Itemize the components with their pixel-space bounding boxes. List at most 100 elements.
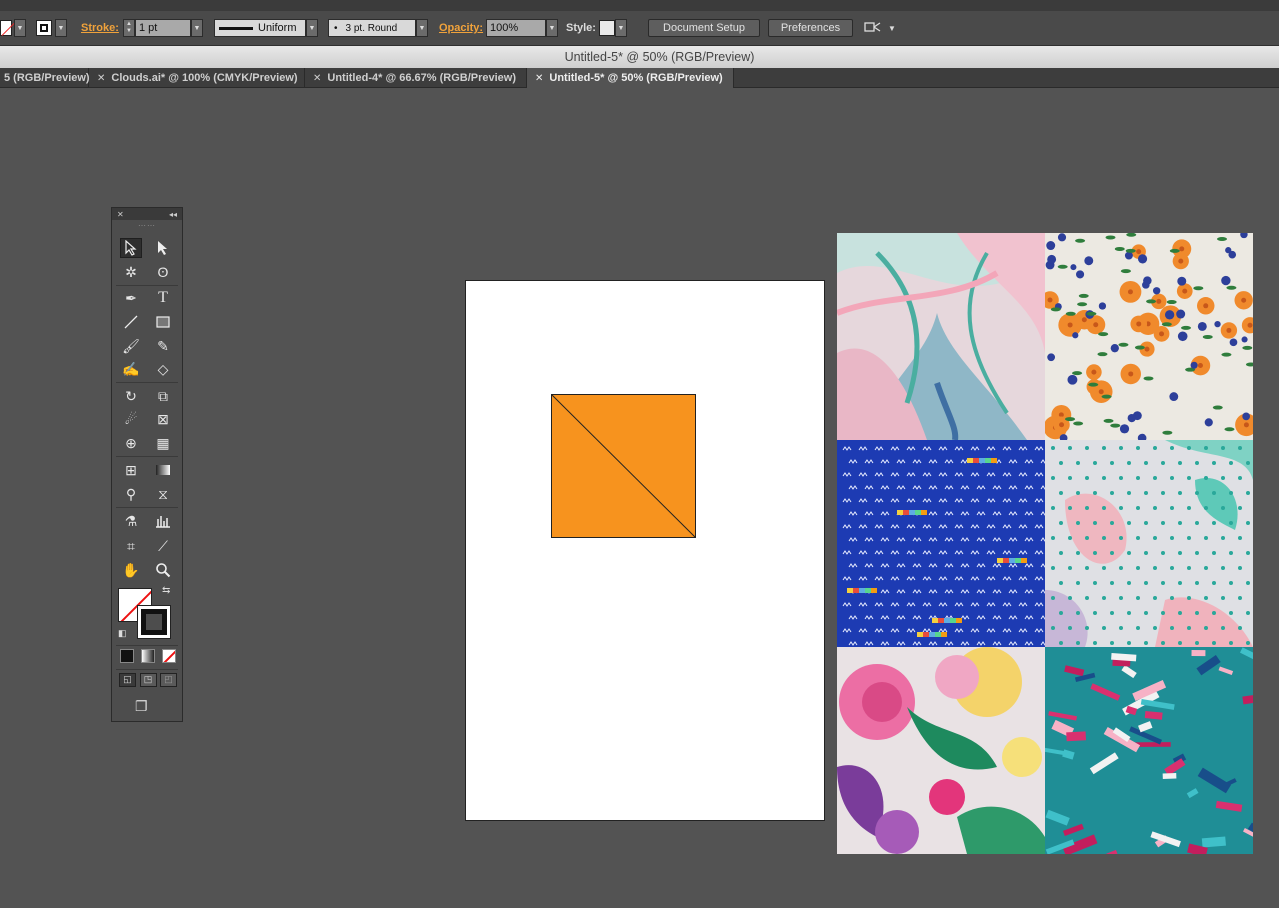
stroke-weight-field[interactable]: 1 pt — [135, 19, 191, 37]
blob-brush-tool[interactable]: ✍ — [120, 359, 142, 379]
opacity-dropdown-arrow[interactable]: ▼ — [546, 19, 558, 37]
orange-square-shape[interactable] — [551, 394, 696, 538]
stroke-color-icon — [36, 20, 52, 36]
stroke-weight-spinner[interactable]: ▲ ▼ — [123, 19, 135, 37]
column-graph-tool[interactable] — [152, 511, 174, 531]
scale-tool[interactable]: ⧉ — [152, 386, 174, 406]
shape-builder-icon: ⊕ — [125, 435, 137, 451]
swap-fill-stroke-icon[interactable]: ⇆ — [162, 585, 170, 596]
mesh-tool[interactable]: ⊞ — [120, 460, 142, 480]
stroke-profile-dropdown-arrow[interactable]: ▼ — [306, 19, 318, 37]
eyedropper-icon: ⚲ — [125, 486, 137, 502]
panel-collapse-icon[interactable]: ◂◂ — [169, 210, 177, 219]
graphic-style-dropdown-arrow[interactable]: ▼ — [615, 19, 627, 37]
draw-normal-icon[interactable]: ◱ — [119, 673, 136, 687]
direct-selection-tool[interactable] — [152, 238, 174, 258]
control-bar: ▼ ▼ Stroke: ▲ ▼ 1 pt ▼ Uniform ▼ • 3 pt. … — [0, 0, 1279, 46]
fabric-image-teal-dots[interactable] — [1045, 440, 1253, 647]
hand-tool[interactable]: ✋ — [120, 560, 142, 580]
stroke-weight-dropdown-arrow[interactable]: ▼ — [191, 19, 203, 37]
fabric-image-teal-figures[interactable] — [1045, 647, 1253, 854]
fabric-image-blue-stitch[interactable] — [837, 440, 1045, 647]
tab-label: 5 (RGB/Preview) — [4, 72, 90, 84]
direct-selection-arrow-icon — [158, 241, 167, 255]
fill-dropdown-arrow[interactable]: ▼ — [14, 19, 26, 37]
rectangle-tool[interactable] — [152, 312, 174, 332]
warp-tool[interactable]: ☄ — [120, 409, 142, 429]
pencil-tool[interactable]: ✎ — [152, 336, 174, 356]
draw-inside-icon[interactable]: ◰ — [160, 673, 177, 687]
screen-mode-icon[interactable]: ❐ — [135, 698, 148, 715]
tab-close-icon[interactable]: ✕ — [97, 73, 105, 84]
pen-tool[interactable]: ✒ — [120, 288, 142, 308]
tools-panel-header[interactable]: ✕ ◂◂ — [112, 208, 182, 220]
selection-tool[interactable] — [120, 238, 142, 258]
graphic-style-swatch[interactable] — [599, 20, 615, 36]
document-tab[interactable]: ✕ Clouds.ai* @ 100% (CMYK/Preview) — [89, 68, 305, 88]
color-mode-button[interactable] — [120, 649, 134, 663]
brush-definition-label: 3 pt. Round — [345, 22, 398, 34]
lasso-tool[interactable]: ʘ — [152, 262, 174, 282]
document-tab-bar: 5 (RGB/Preview) ✕ Clouds.ai* @ 100% (CMY… — [0, 68, 1279, 88]
panel-grip[interactable]: ⋯⋯ — [112, 220, 182, 230]
eraser-tool[interactable]: ◇ — [152, 359, 174, 379]
selection-arrow-icon — [125, 240, 137, 256]
arrange-documents-icon — [864, 22, 881, 32]
stroke-swatch[interactable] — [36, 19, 52, 37]
artboard-tool[interactable]: ⌗ — [120, 536, 142, 556]
brush-definition-dropdown-arrow[interactable]: ▼ — [416, 19, 428, 37]
perspective-grid-tool[interactable]: ▦ — [152, 433, 174, 453]
eyedropper-tool[interactable]: ⚲ — [120, 484, 142, 504]
zoom-tool[interactable] — [152, 560, 174, 580]
window-title: Untitled-5* @ 50% (RGB/Preview) — [564, 50, 755, 64]
slice-knife-icon: ⟋ — [158, 538, 168, 554]
opacity-field[interactable]: 100% — [486, 19, 546, 37]
fill-swatch[interactable] — [0, 19, 12, 37]
stroke-color-dropdown-arrow[interactable]: ▼ — [55, 19, 67, 37]
scale-icon: ⧉ — [158, 388, 168, 404]
line-segment-icon — [124, 315, 138, 329]
artboard[interactable] — [465, 280, 825, 821]
stroke-profile-line-icon — [219, 26, 253, 30]
zoom-magnifier-icon — [156, 563, 171, 578]
fill-none-icon — [0, 20, 12, 36]
fabric-image-orange-floral[interactable] — [1045, 233, 1253, 440]
fabric-image-pastel-leaves[interactable] — [837, 233, 1045, 440]
slice-tool[interactable]: ⟋ — [152, 536, 174, 556]
panel-close-icon[interactable]: ✕ — [117, 210, 124, 219]
draw-behind-icon[interactable]: ◳ — [139, 673, 157, 687]
arrange-documents-button[interactable]: ▼ — [864, 19, 896, 37]
none-mode-button[interactable] — [162, 649, 176, 663]
free-transform-tool[interactable]: ⊠ — [152, 409, 174, 429]
gradient-mode-button[interactable] — [141, 649, 155, 663]
rotate-tool[interactable]: ↻ — [120, 386, 142, 406]
magic-wand-tool[interactable]: ✲ — [120, 262, 142, 282]
blend-icon: ⧖ — [158, 486, 168, 502]
pencil-icon: ✎ — [157, 338, 169, 354]
blend-tool[interactable]: ⧖ — [152, 484, 174, 504]
document-tab[interactable]: ✕ Untitled-4* @ 66.67% (RGB/Preview) — [305, 68, 527, 88]
document-setup-button[interactable]: Document Setup — [648, 19, 760, 37]
gradient-tool[interactable] — [152, 460, 174, 480]
type-tool[interactable]: T — [152, 288, 174, 308]
shape-builder-tool[interactable]: ⊕ — [120, 433, 142, 453]
line-segment-tool[interactable] — [120, 312, 142, 332]
tab-close-icon[interactable]: ✕ — [313, 73, 321, 84]
preferences-button[interactable]: Preferences — [768, 19, 853, 37]
tab-close-icon[interactable]: ✕ — [535, 73, 543, 84]
brush-definition-field[interactable]: • 3 pt. Round — [328, 19, 416, 37]
fabric-image-rose-floral[interactable] — [837, 647, 1045, 854]
placed-fabric-images[interactable] — [837, 233, 1253, 854]
stroke-color-black[interactable] — [137, 605, 171, 639]
drawing-modes: ◱ ◳ ◰ — [119, 673, 177, 689]
opacity-label[interactable]: Opacity: — [439, 22, 483, 34]
document-tab[interactable]: 5 (RGB/Preview) — [0, 68, 90, 88]
stroke-label[interactable]: Stroke: — [81, 22, 119, 34]
document-tab-active[interactable]: ✕ Untitled-5* @ 50% (RGB/Preview) — [527, 68, 734, 88]
lasso-icon: ʘ — [157, 264, 169, 280]
stroke-profile-field[interactable]: Uniform — [214, 19, 306, 37]
symbol-sprayer-tool[interactable]: ⚗ — [120, 511, 142, 531]
default-fill-stroke-icon[interactable]: ◧ — [118, 628, 127, 639]
tab-label: Untitled-4* @ 66.67% (RGB/Preview) — [327, 72, 517, 84]
paintbrush-tool[interactable]: 🖌 — [120, 336, 142, 356]
